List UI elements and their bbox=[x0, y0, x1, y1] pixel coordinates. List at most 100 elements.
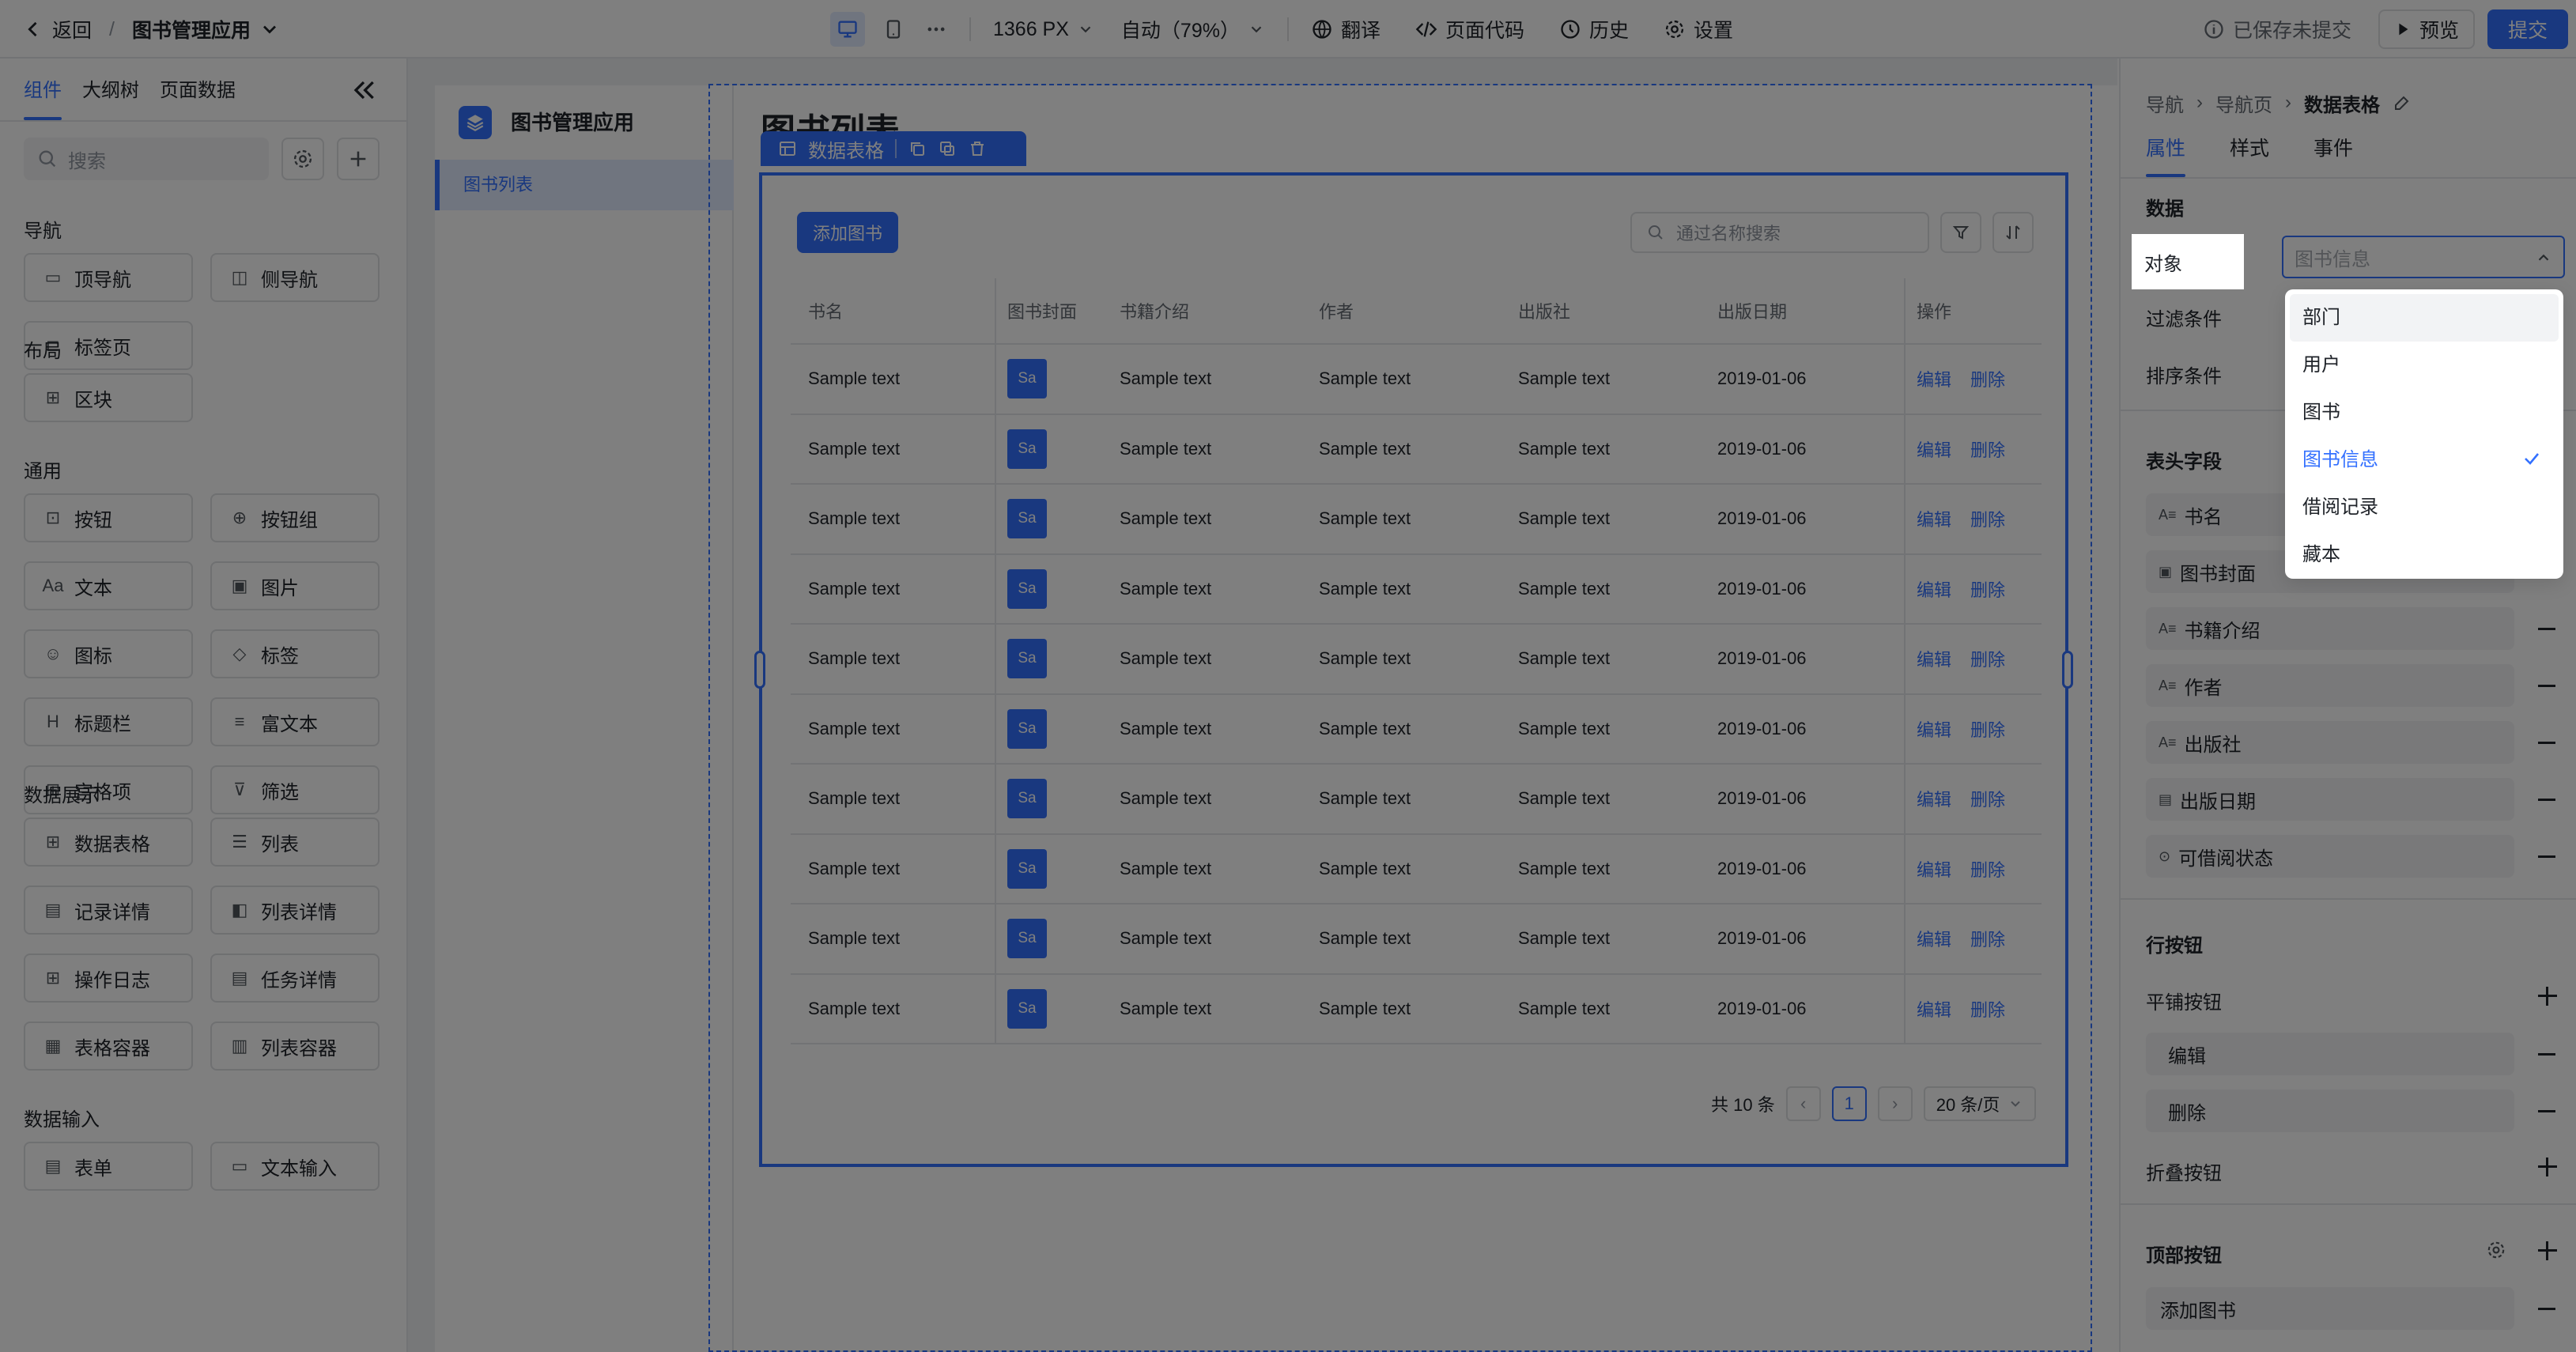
header-field-item[interactable]: A≡ 作者 bbox=[2146, 664, 2514, 707]
copy-icon[interactable] bbox=[908, 139, 927, 158]
prev-page-button[interactable]: ‹ bbox=[1785, 1086, 1821, 1121]
more-button[interactable] bbox=[925, 18, 947, 40]
remove-item-icon[interactable] bbox=[2538, 1110, 2555, 1112]
preview-button[interactable]: 预览 bbox=[2378, 9, 2475, 49]
remove-item-icon[interactable] bbox=[2538, 685, 2555, 687]
object-option[interactable]: 图书 bbox=[2290, 389, 2559, 436]
component-item[interactable]: ≡ 富文本 bbox=[210, 697, 380, 746]
component-item[interactable]: ▤ 记录详情 bbox=[24, 886, 193, 935]
desktop-view-button[interactable] bbox=[830, 12, 865, 47]
add-book-button[interactable]: 添加图书 bbox=[797, 212, 898, 253]
filter-condition-label[interactable]: 过滤条件 bbox=[2146, 304, 2222, 331]
object-option[interactable]: 借阅记录 bbox=[2290, 484, 2559, 531]
header-field-item[interactable]: A≡ 出版社 bbox=[2146, 721, 2514, 764]
tab-properties[interactable]: 属性 bbox=[2146, 130, 2186, 177]
tab-outline-tree[interactable]: 大纲树 bbox=[82, 73, 139, 120]
delete-link[interactable]: 删除 bbox=[1970, 856, 2005, 882]
tab-components[interactable]: 组件 bbox=[24, 73, 62, 120]
tiled-button-item[interactable]: 编辑 bbox=[2146, 1033, 2514, 1075]
header-field-item[interactable]: A≡ 书籍介绍 bbox=[2146, 607, 2514, 650]
component-item[interactable]: ⊕ 按钮组 bbox=[210, 493, 380, 542]
edit-link[interactable]: 编辑 bbox=[1917, 506, 1951, 531]
history-button[interactable]: 历史 bbox=[1559, 15, 1629, 43]
component-item[interactable]: ⊡ 按钮 bbox=[24, 493, 193, 542]
page-size-select[interactable]: 20 条/页 bbox=[1923, 1086, 2037, 1121]
add-top-button-icon[interactable] bbox=[2538, 1241, 2557, 1260]
highlighted-object-label[interactable]: 对象 bbox=[2132, 234, 2244, 289]
component-item[interactable]: ▤ 任务详情 bbox=[210, 954, 380, 1003]
edit-link[interactable]: 编辑 bbox=[1917, 576, 1951, 602]
edit-link[interactable]: 编辑 bbox=[1917, 646, 1951, 671]
breadcrumb-item[interactable]: 导航页 bbox=[2215, 89, 2272, 117]
component-item[interactable]: ▦ 表格容器 bbox=[24, 1022, 193, 1071]
component-item[interactable]: ▤ 表单 bbox=[24, 1142, 193, 1191]
delete-link[interactable]: 删除 bbox=[1970, 576, 2005, 602]
collapse-panel-icon[interactable] bbox=[348, 74, 380, 106]
edit-link[interactable]: 编辑 bbox=[1917, 996, 1951, 1022]
zoom-select[interactable]: 自动（79%） bbox=[1121, 15, 1265, 43]
delete-link[interactable]: 删除 bbox=[1970, 926, 2005, 951]
component-item[interactable]: ▭ 文本输入 bbox=[210, 1142, 380, 1191]
edit-link[interactable]: 编辑 bbox=[1917, 926, 1951, 951]
edit-link[interactable]: 编辑 bbox=[1917, 786, 1951, 811]
object-option[interactable]: 部门 bbox=[2290, 294, 2559, 342]
settings-button[interactable]: 设置 bbox=[1664, 15, 1733, 43]
breadcrumb-item[interactable]: 导航 bbox=[2146, 89, 2184, 117]
data-table-component[interactable]: 添加图书 通过名称搜索 书名 图书封面 书籍介绍 作者 出版社 出版日期 操作 Sample … bbox=[759, 172, 2068, 1167]
object-option[interactable]: 图书信息 bbox=[2290, 436, 2559, 484]
page-code-button[interactable]: 页面代码 bbox=[1415, 15, 1524, 43]
remove-item-icon[interactable] bbox=[2538, 1053, 2555, 1056]
tab-style[interactable]: 样式 bbox=[2230, 130, 2269, 177]
component-item[interactable]: ▭ 顶导航 bbox=[24, 253, 193, 302]
add-collapsed-button-icon[interactable] bbox=[2538, 1158, 2557, 1176]
translate-button[interactable]: 翻译 bbox=[1311, 15, 1381, 43]
edit-link[interactable]: 编辑 bbox=[1917, 856, 1951, 882]
component-item[interactable]: H 标题栏 bbox=[24, 697, 193, 746]
component-item[interactable]: ⊽ 筛选 bbox=[210, 765, 380, 814]
remove-item-icon[interactable] bbox=[2538, 628, 2555, 630]
delete-link[interactable]: 删除 bbox=[1970, 716, 2005, 742]
delete-link[interactable]: 删除 bbox=[1970, 506, 2005, 531]
add-component-button[interactable] bbox=[337, 138, 380, 180]
component-item[interactable]: ◫ 侧导航 bbox=[210, 253, 380, 302]
component-item[interactable]: ☺ 图标 bbox=[24, 629, 193, 678]
edit-link[interactable]: 编辑 bbox=[1917, 716, 1951, 742]
component-search-input[interactable]: 搜索 bbox=[24, 138, 269, 180]
delete-link[interactable]: 删除 bbox=[1970, 436, 2005, 462]
delete-link[interactable]: 删除 bbox=[1970, 646, 2005, 671]
back-button[interactable]: 返回 bbox=[22, 15, 92, 43]
edit-icon[interactable] bbox=[2393, 93, 2412, 112]
component-item[interactable]: ⊞ 数据表格 bbox=[24, 818, 193, 867]
delete-link[interactable]: 删除 bbox=[1970, 366, 2005, 391]
filter-button[interactable] bbox=[1940, 212, 1981, 253]
resize-handle-left[interactable] bbox=[754, 651, 765, 689]
remove-item-icon[interactable] bbox=[2538, 742, 2555, 744]
component-item[interactable]: ▥ 列表容器 bbox=[210, 1022, 380, 1071]
delete-icon[interactable] bbox=[968, 139, 987, 158]
delete-link[interactable]: 删除 bbox=[1970, 786, 2005, 811]
page-number-button[interactable]: 1 bbox=[1831, 1086, 1867, 1121]
remove-item-icon[interactable] bbox=[2538, 1308, 2555, 1310]
table-search-input[interactable]: 通过名称搜索 bbox=[1630, 212, 1929, 253]
remove-item-icon[interactable] bbox=[2538, 855, 2555, 858]
nav-item-book-list[interactable]: 图书列表 bbox=[435, 160, 734, 210]
resize-handle-right[interactable] bbox=[2062, 651, 2073, 689]
component-item[interactable]: Aa 文本 bbox=[24, 561, 193, 610]
object-select[interactable]: 图书信息 bbox=[2282, 236, 2565, 278]
object-option[interactable]: 藏本 bbox=[2290, 531, 2559, 579]
component-item[interactable]: ◧ 列表详情 bbox=[210, 886, 380, 935]
sort-condition-label[interactable]: 排序条件 bbox=[2146, 361, 2222, 388]
component-item[interactable]: ⊞ 区块 bbox=[24, 373, 193, 422]
component-settings-button[interactable] bbox=[281, 138, 324, 180]
add-tiled-button-icon[interactable] bbox=[2538, 987, 2557, 1006]
edit-link[interactable]: 编辑 bbox=[1917, 366, 1951, 391]
sort-button[interactable] bbox=[1992, 212, 2034, 253]
resolution-select[interactable]: 1366 PX bbox=[993, 18, 1094, 41]
component-item[interactable]: ⊞ 操作日志 bbox=[24, 954, 193, 1003]
remove-item-icon[interactable] bbox=[2538, 799, 2555, 801]
tab-events[interactable]: 事件 bbox=[2313, 130, 2353, 177]
tab-page-data[interactable]: 页面数据 bbox=[160, 73, 236, 120]
component-item[interactable]: ☰ 列表 bbox=[210, 818, 380, 867]
top-button-item[interactable]: 添加图书 bbox=[2146, 1287, 2514, 1330]
component-item[interactable]: ◇ 标签 bbox=[210, 629, 380, 678]
